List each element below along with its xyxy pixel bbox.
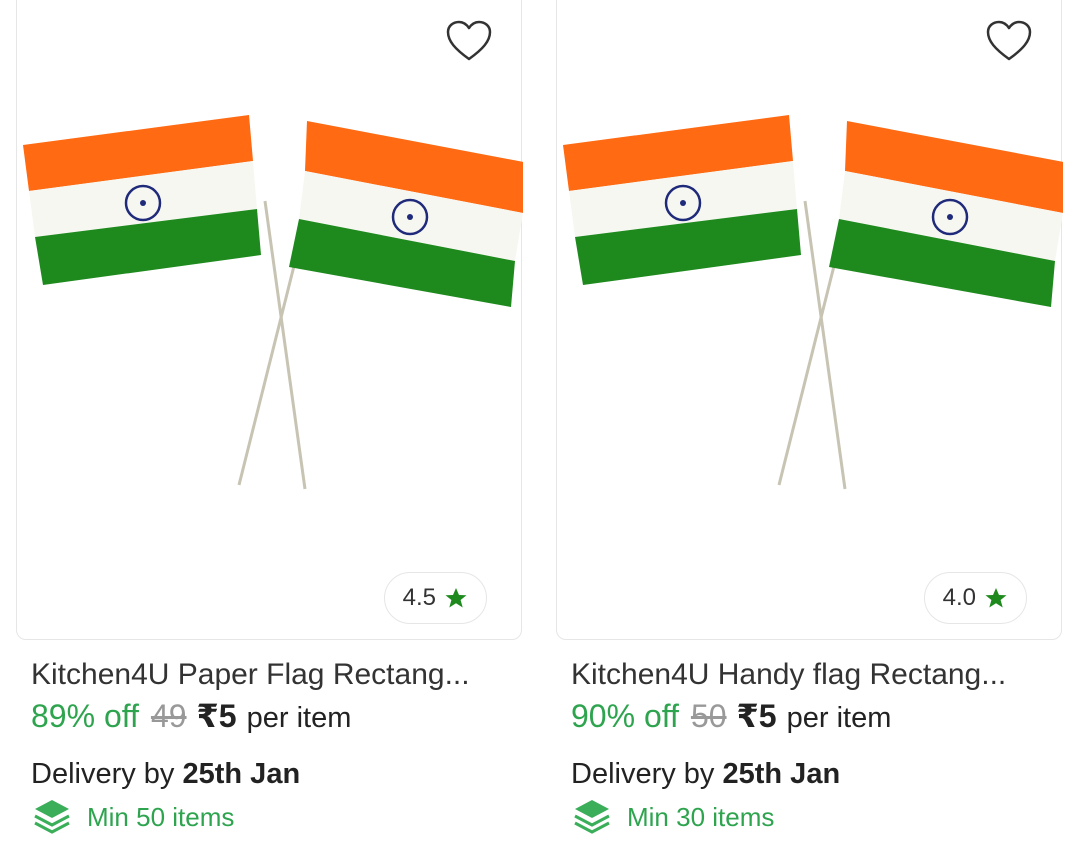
product-card[interactable]: 4.0 Kitchen4U Handy flag Rectang... 90% … <box>540 0 1080 854</box>
delivery-date: 25th Jan <box>722 758 841 790</box>
product-title[interactable]: Kitchen4U Handy flag Rectang... <box>571 658 1061 692</box>
original-price: 49 <box>150 698 187 734</box>
rating-value: 4.0 <box>942 584 976 611</box>
product-image-flags <box>23 115 523 490</box>
price-unit: per item <box>246 702 352 734</box>
layers-icon <box>574 800 610 834</box>
product-image-flags <box>563 115 1063 490</box>
delivery-info: Delivery by 25th Jan <box>31 758 300 791</box>
delivery-date: 25th Jan <box>182 758 301 790</box>
price-unit: per item <box>786 702 892 734</box>
min-quantity-label: Min 50 items <box>87 801 235 832</box>
original-price: 50 <box>690 698 727 734</box>
min-quantity: Min 50 items <box>31 796 234 838</box>
discount-percent: 89% off <box>31 698 139 734</box>
product-title[interactable]: Kitchen4U Paper Flag Rectang... <box>31 658 521 692</box>
heart-icon[interactable] <box>445 19 493 63</box>
min-quantity-label: Min 30 items <box>627 801 775 832</box>
min-quantity: Min 30 items <box>571 796 774 838</box>
product-card[interactable]: 4.5 Kitchen4U Paper Flag Rectang... 89% … <box>0 0 540 854</box>
delivery-info: Delivery by 25th Jan <box>571 758 840 791</box>
star-icon <box>445 588 467 608</box>
delivery-prefix: Delivery by <box>31 758 175 790</box>
product-image-container[interactable]: 4.0 <box>556 0 1063 640</box>
star-icon <box>985 588 1007 608</box>
price-row: 89% off 49 ₹5 per item <box>31 697 351 735</box>
rating-badge: 4.0 <box>923 572 1027 624</box>
delivery-prefix: Delivery by <box>571 758 715 790</box>
current-price: ₹5 <box>196 698 237 734</box>
discount-percent: 90% off <box>571 698 679 734</box>
current-price: ₹5 <box>736 698 777 734</box>
heart-icon[interactable] <box>985 19 1033 63</box>
rating-value: 4.5 <box>402 584 436 611</box>
product-image-container[interactable]: 4.5 <box>16 0 523 640</box>
layers-icon <box>34 800 70 834</box>
price-row: 90% off 50 ₹5 per item <box>571 697 891 735</box>
rating-badge: 4.5 <box>383 572 487 624</box>
